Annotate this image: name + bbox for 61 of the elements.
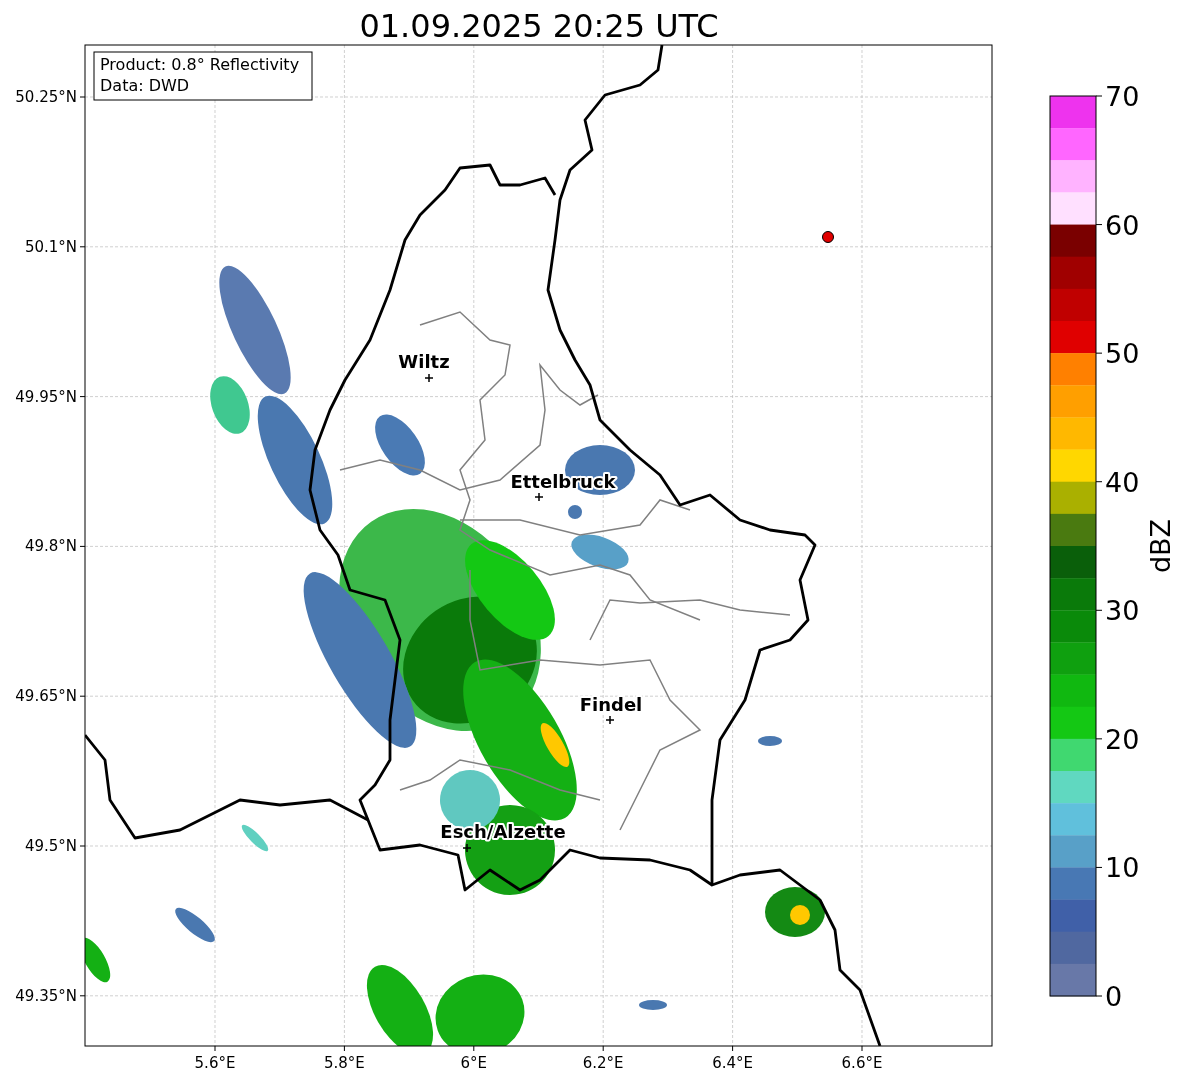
tick-mark xyxy=(79,695,86,697)
axis-tick-label: 49.5°N xyxy=(24,837,77,855)
radar-echo xyxy=(568,505,582,519)
axis-tick-label: 49.65°N xyxy=(15,687,77,706)
radar-echo xyxy=(375,414,425,476)
tick-mark xyxy=(79,545,86,547)
radar-echo xyxy=(639,1000,667,1010)
tick-mark xyxy=(79,246,86,248)
radar-echo xyxy=(571,534,629,570)
plus-marker-icon xyxy=(534,492,544,502)
axis-tick-label: 5.8°E xyxy=(324,1054,365,1072)
tick-mark xyxy=(732,1045,734,1052)
city-label: Findel xyxy=(579,694,643,715)
tick-mark xyxy=(861,1045,863,1052)
axis-tick-label: 49.8°N xyxy=(24,537,77,556)
colorbar-tick-label: 40 xyxy=(1105,466,1140,498)
axis-tick-label: 6°E xyxy=(460,1054,488,1072)
axis-tick-label: 50.1°N xyxy=(24,237,77,256)
plus-marker-icon xyxy=(605,715,615,725)
colorbar-label: dBZ xyxy=(1145,518,1176,574)
tick-mark xyxy=(1095,738,1103,740)
chart-title: 01.09.2025 20:25 UTC xyxy=(359,7,719,45)
radar-echo xyxy=(241,824,269,852)
radar-echo xyxy=(85,937,111,983)
tick-mark xyxy=(79,396,86,398)
colorbar-tick-label: 30 xyxy=(1105,595,1140,627)
tick-mark xyxy=(1095,95,1103,97)
plus-marker-icon xyxy=(424,373,434,383)
radar-echo xyxy=(758,736,782,746)
tick-mark xyxy=(1095,224,1103,226)
axis-tick-label: 5.6°E xyxy=(194,1054,236,1072)
tick-mark xyxy=(1095,995,1103,997)
axis-tick-label: 6.6°E xyxy=(841,1054,883,1072)
colorbar-tick-label: 60 xyxy=(1105,209,1140,241)
colorbar-tick-label: 20 xyxy=(1105,723,1140,755)
axis-tick-label: 49.95°N xyxy=(15,387,77,406)
tick-mark xyxy=(473,1045,475,1052)
tick-mark xyxy=(79,845,86,847)
colorbar-tick-label: 50 xyxy=(1105,338,1140,370)
info-text: Data: DWD xyxy=(100,76,190,95)
axis-tick-label: 6.2°E xyxy=(582,1054,624,1072)
location-dot-icon xyxy=(822,231,834,243)
city-label: Wiltz xyxy=(398,351,450,372)
tick-mark xyxy=(343,1045,345,1052)
axis-tick-label: 49.35°N xyxy=(15,986,77,1005)
info-text: Product: 0.8° Reflectivity xyxy=(100,55,300,74)
tick-mark xyxy=(1095,866,1103,868)
tick-mark xyxy=(1095,481,1103,483)
colorbar-tick-label: 10 xyxy=(1105,852,1140,884)
tick-mark xyxy=(79,96,86,98)
tick-mark xyxy=(1095,352,1103,354)
tick-mark xyxy=(602,1045,604,1052)
tick-mark xyxy=(79,995,86,997)
axis-tick-label: 6.4°E xyxy=(712,1054,753,1072)
colorbar-tick-label: 70 xyxy=(1105,81,1140,112)
tick-mark xyxy=(214,1045,216,1052)
colorbar-tick-label: 0 xyxy=(1105,981,1123,1012)
radar-echo xyxy=(175,907,215,943)
tick-mark xyxy=(1095,609,1103,611)
plus-marker-icon xyxy=(462,843,472,853)
axis-tick-label: 50.25°N xyxy=(15,88,77,106)
